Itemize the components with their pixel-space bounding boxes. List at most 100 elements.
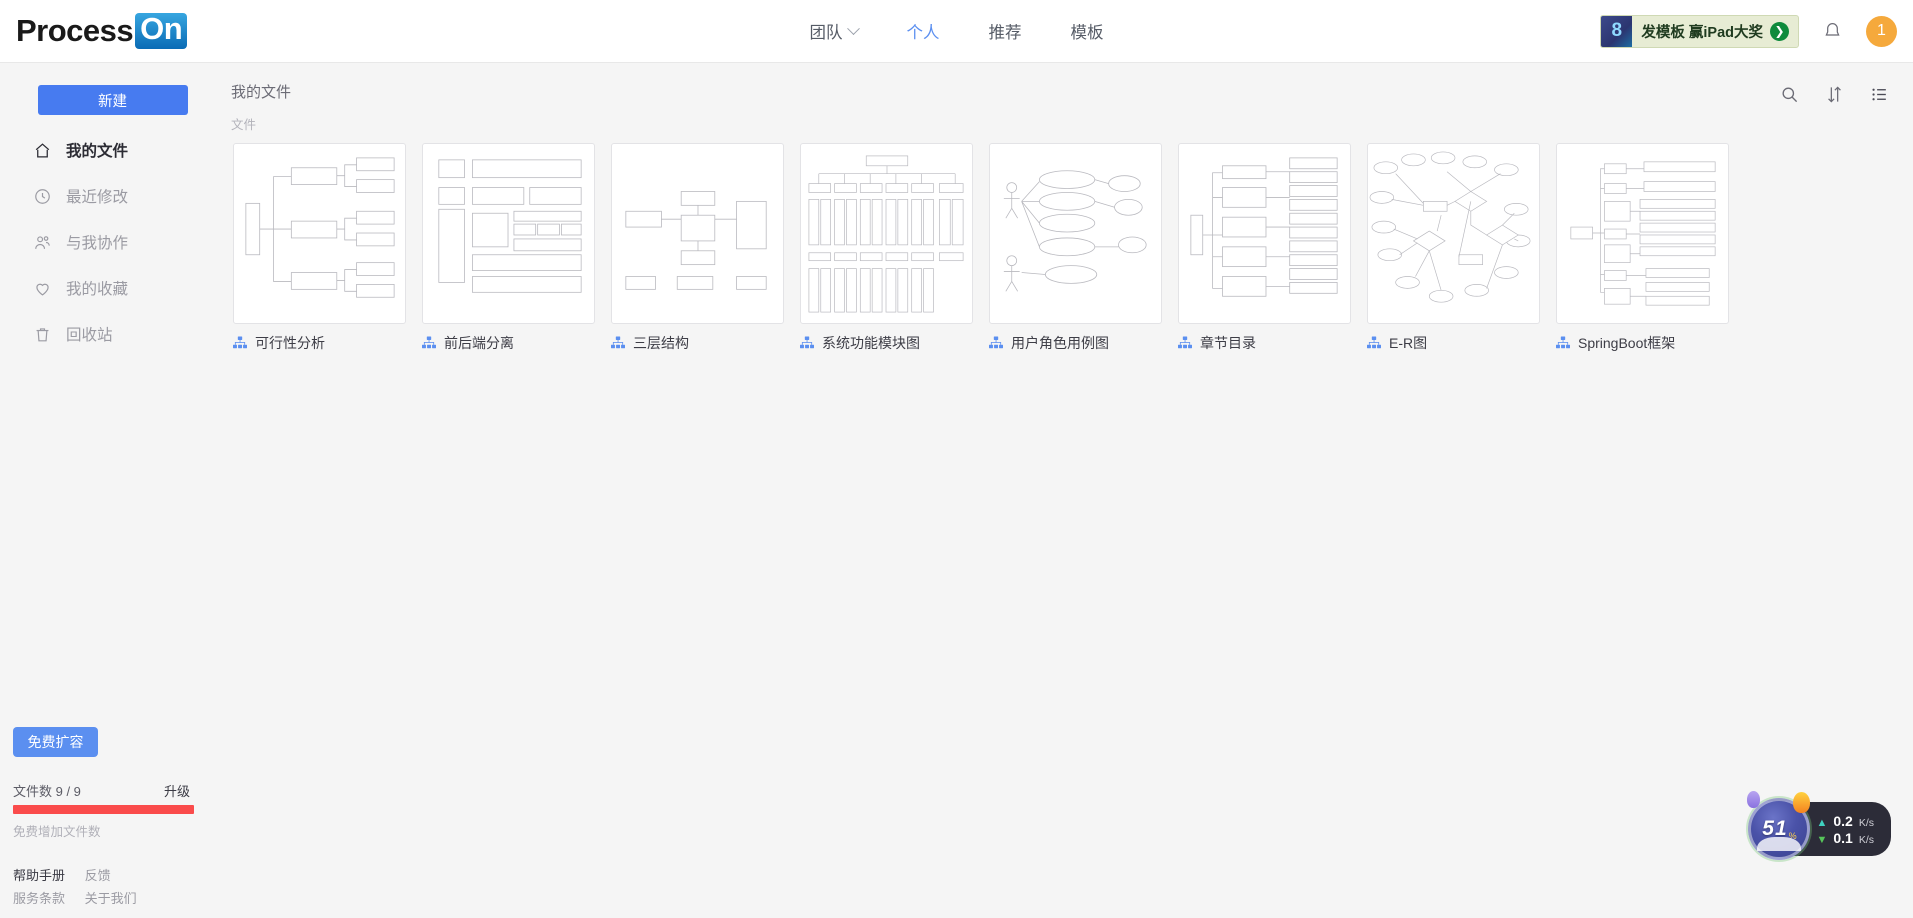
nav-item-team[interactable]: 团队 [809,19,860,43]
file-thumbnail[interactable] [611,143,784,324]
quota-row: 文件数 9 / 9 升级 [13,781,212,800]
main-content: 我的文件 文件 可行性分析 前后端分离 三层结构 系统功能模块图 用户角色用例图… [225,63,1913,918]
org-chart-icon [1367,336,1381,350]
file-card: 系统功能模块图 [800,143,989,353]
org-chart-icon [233,336,247,350]
people-icon [33,233,52,252]
sidebar-item-shared-label: 与我协作 [66,235,129,252]
file-card-name: E-R图 [1389,335,1428,351]
page-title: 我的文件 [231,84,292,101]
heart-icon [33,279,52,298]
sidebar-item-trash[interactable]: 回收站 [0,311,225,357]
balloon-orange-icon [1793,792,1811,813]
list-view-icon[interactable] [1870,85,1889,104]
footer-link-help[interactable]: 帮助手册 [13,868,65,883]
body-wrapper: 新建 我的文件 最近修改 与我协作 我的收藏 回收站 免费扩容 文件数 9 / … [0,63,1913,918]
footer-link-terms[interactable]: 服务条款 [13,891,65,906]
org-chart-icon [611,336,625,350]
arrow-up-icon: ▲ [1816,816,1828,829]
quota-label: 文件数 9 / 9 [13,784,81,799]
file-thumbnail[interactable] [422,143,595,324]
file-thumbnail[interactable] [1367,143,1540,324]
file-card-name: 三层结构 [633,335,689,351]
nav-item-recommend[interactable]: 推荐 [989,19,1022,43]
sidebar-item-recent-label: 最近修改 [66,189,129,206]
sidebar-item-favorites-label: 我的收藏 [66,281,129,298]
file-card-label[interactable]: 章节目录 [1178,333,1367,353]
nav-item-templates-label: 模板 [1070,24,1104,42]
file-card-label[interactable]: 用户角色用例图 [989,333,1178,353]
file-card-name: 用户角色用例图 [1011,335,1109,351]
org-chart-icon [989,336,1003,350]
upload-speed-row: ▲ 0.2 K/s [1816,813,1874,829]
sort-icon[interactable] [1825,85,1844,104]
org-chart-icon [1556,336,1570,350]
file-thumbnail[interactable] [1178,143,1351,324]
sidebar-footer: 免费扩容 文件数 9 / 9 升级 免费增加文件数 帮助手册 反馈 服务条款 关… [0,727,225,918]
upgrade-link[interactable]: 升级 [164,781,190,800]
nav-item-team-label: 团队 [809,24,843,42]
section-subtitle: 文件 [231,118,257,132]
file-card-label[interactable]: 三层结构 [611,333,800,353]
home-icon [33,141,52,160]
sidebar-item-my-files-label: 我的文件 [66,143,129,160]
file-card-label[interactable]: 系统功能模块图 [800,333,989,353]
promo-banner[interactable]: 8 发模板 赢iPad大奖 ❯ [1600,14,1799,48]
download-speed-row: ▼ 0.1 K/s [1816,830,1874,846]
file-card: 前后端分离 [422,143,611,353]
file-thumbnail[interactable] [800,143,973,324]
clock-icon [33,187,52,206]
balloon-purple-icon [1747,791,1761,808]
nav-item-personal[interactable]: 个人 [907,19,940,43]
file-thumbnail[interactable] [1556,143,1729,324]
file-card-name: 前后端分离 [444,335,514,351]
top-bar: Process On 团队 个人 推荐 模板 8 发模板 赢iPad大奖 ❯ 1 [0,0,1913,63]
search-icon[interactable] [1780,85,1799,104]
file-thumbnail[interactable] [989,143,1162,324]
nav-item-recommend-label: 推荐 [988,24,1022,42]
logo-text-on: On [135,13,188,49]
file-card: E-R图 [1367,143,1556,353]
logo[interactable]: Process On [16,13,188,49]
org-chart-icon [800,336,814,350]
trash-icon [33,325,52,344]
promo-arrow-icon: ❯ [1770,21,1789,41]
download-speed-unit: K/s [1858,833,1874,846]
footer-link-feedback[interactable]: 反馈 [85,868,111,883]
file-card-label[interactable]: E-R图 [1367,333,1556,353]
logo-text-process: Process [16,13,134,48]
sidebar: 新建 我的文件 最近修改 与我协作 我的收藏 回收站 免费扩容 文件数 9 / … [0,63,225,918]
sidebar-item-favorites[interactable]: 我的收藏 [0,265,225,311]
cloud-decoration-icon [1757,837,1802,851]
nav-item-templates[interactable]: 模板 [1071,19,1104,43]
main-navigation: 团队 个人 推荐 模板 [810,0,1104,62]
file-thumbnail[interactable] [233,143,406,324]
org-chart-icon [1178,336,1192,350]
avatar[interactable]: 1 [1866,15,1897,47]
nav-item-personal-label: 个人 [906,24,940,42]
network-speed-widget[interactable]: 51 % ▲ 0.2 K/s ▼ 0.1 K/s [1747,791,1891,860]
file-card-label[interactable]: 可行性分析 [233,333,422,353]
org-chart-icon [422,336,436,350]
free-expand-button[interactable]: 免费扩容 [13,727,98,757]
file-grid: 可行性分析 前后端分离 三层结构 系统功能模块图 用户角色用例图 章节目录 E-… [231,143,1889,371]
main-header: 我的文件 文件 [231,63,1889,133]
file-card-label[interactable]: SpringBoot框架 [1556,333,1745,353]
file-card-label[interactable]: 前后端分离 [422,333,611,353]
sidebar-nav-list: 我的文件 最近修改 与我协作 我的收藏 回收站 [0,127,225,357]
file-card: SpringBoot框架 [1556,143,1745,353]
promo-banner-label: 发模板 赢iPad大奖 [1641,24,1763,41]
quota-note-link[interactable]: 免费增加文件数 [13,821,212,840]
quota-progress-bar [13,805,194,814]
chevron-down-icon [846,21,860,35]
new-button[interactable]: 新建 [37,85,188,115]
bell-icon[interactable] [1822,21,1843,42]
sidebar-item-my-files[interactable]: 我的文件 [0,127,225,173]
file-card: 用户角色用例图 [989,143,1178,353]
file-card-name: 系统功能模块图 [822,335,920,351]
sidebar-item-trash-label: 回收站 [66,327,113,344]
footer-link-about[interactable]: 关于我们 [85,891,137,906]
sidebar-item-shared[interactable]: 与我协作 [0,219,225,265]
file-card-name: SpringBoot框架 [1578,335,1676,351]
sidebar-item-recent[interactable]: 最近修改 [0,173,225,219]
